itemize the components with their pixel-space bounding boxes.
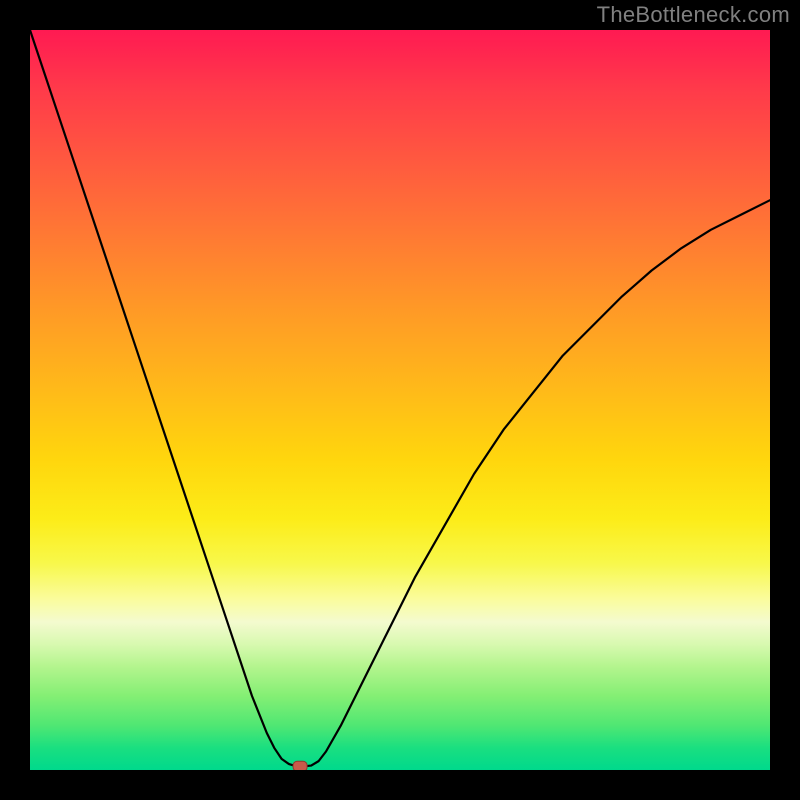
curve-layer (30, 30, 770, 770)
watermark-text: TheBottleneck.com (597, 2, 790, 28)
chart-frame: TheBottleneck.com (0, 0, 800, 800)
bottleneck-curve (30, 30, 770, 766)
minimum-marker (293, 761, 307, 770)
plot-area (30, 30, 770, 770)
